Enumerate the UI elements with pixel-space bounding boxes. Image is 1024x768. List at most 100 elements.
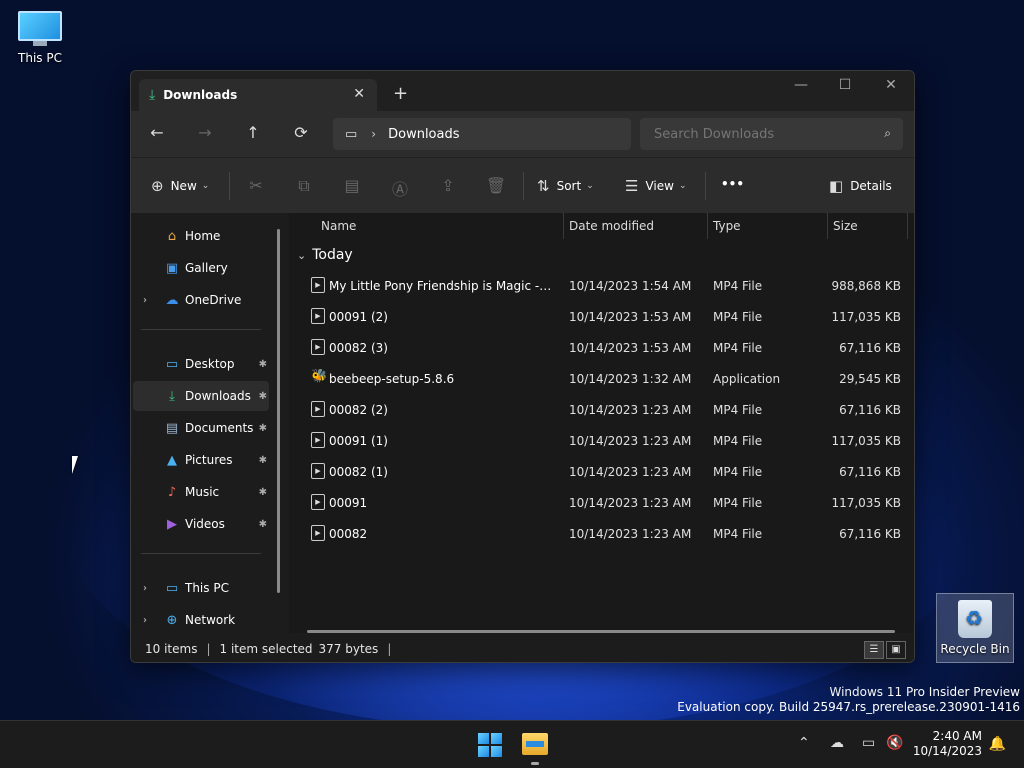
file-explorer-taskbar-icon[interactable] — [522, 733, 548, 755]
desktop-icon-recycle-bin[interactable]: Recycle Bin — [936, 593, 1014, 663]
file-name: 00091 (2) — [329, 310, 388, 324]
column-divider[interactable] — [563, 213, 564, 239]
file-row[interactable]: ▶ 00082 (2) 10/14/2023 1:23 AM MP4 File … — [297, 395, 907, 425]
share-icon[interactable]: ⇪ — [437, 176, 459, 195]
file-row[interactable]: ▶ 00091 (2) 10/14/2023 1:53 AM MP4 File … — [297, 302, 907, 332]
sidebar-item-videos[interactable]: ▶ Videos ✱ — [133, 509, 269, 539]
file-row[interactable]: 🐝 beebeep-setup-5.8.6 10/14/2023 1:32 AM… — [297, 364, 907, 394]
notification-bell-icon[interactable]: 🔔 — [989, 736, 1006, 752]
windows-logo-tile — [478, 746, 489, 757]
command-bar: ⊕ New ⌄ ✂ ⧉ ▤ Ⓐ ⇪ 🗑 ⇅ Sort ⌄ ☰ View ⌄ ••… — [131, 157, 914, 213]
file-type: MP4 File — [713, 496, 763, 510]
video-file-icon: ▶ — [311, 463, 325, 479]
file-date: 10/14/2023 1:53 AM — [569, 341, 692, 355]
breadcrumb-downloads[interactable]: Downloads — [388, 127, 459, 142]
sidebar-item-this-pc[interactable]: › ▭ This PC — [133, 573, 269, 603]
file-type: MP4 File — [713, 279, 763, 293]
file-size: 117,035 KB — [831, 310, 901, 324]
sidebar-item-documents[interactable]: ▤ Documents ✱ — [133, 413, 269, 443]
search-box[interactable]: ⌕ — [640, 118, 903, 150]
volume-muted-icon[interactable]: 🔇 — [886, 735, 903, 751]
start-button[interactable] — [478, 733, 502, 757]
file-name: 00082 — [329, 527, 368, 541]
file-row[interactable]: ▶ 00091 (1) 10/14/2023 1:23 AM MP4 File … — [297, 426, 907, 456]
more-options-button[interactable]: ••• — [721, 177, 744, 191]
windows-logo-tile — [478, 733, 489, 744]
videos-icon: ▶ — [167, 516, 177, 532]
chevron-right-icon[interactable]: › — [143, 615, 147, 626]
navigation-pane: ⌂ Home ▣ Gallery › ☁ OneDrive ▭ Desktop … — [131, 213, 289, 633]
file-row[interactable]: ▶ 00082 (3) 10/14/2023 1:53 AM MP4 File … — [297, 333, 907, 363]
sidebar-item-desktop[interactable]: ▭ Desktop ✱ — [133, 349, 269, 379]
file-size: 67,116 KB — [839, 527, 901, 541]
video-file-icon: ▶ — [311, 308, 325, 324]
file-row[interactable]: ▶ My Little Pony Friendship is Magic - S… — [297, 271, 907, 301]
video-file-icon: ▶ — [311, 277, 325, 293]
paste-icon[interactable]: ▤ — [341, 176, 363, 195]
minimize-button[interactable]: — — [781, 77, 821, 93]
refresh-button[interactable]: ⟳ — [289, 123, 313, 142]
video-file-icon: ▶ — [311, 432, 325, 448]
up-button[interactable]: ↑ — [241, 123, 265, 142]
network-icon[interactable]: ▭ — [862, 735, 875, 751]
close-window-button[interactable]: ✕ — [871, 77, 911, 93]
back-button[interactable]: ← — [145, 123, 169, 142]
column-divider[interactable] — [907, 213, 908, 239]
windows-logo-tile — [491, 733, 502, 744]
onedrive-icon[interactable]: ☁ — [830, 735, 844, 751]
monitor-icon: ▭ — [345, 126, 358, 142]
sidebar-item-gallery[interactable]: ▣ Gallery — [133, 253, 269, 283]
details-view-icon[interactable]: ☰ — [864, 641, 884, 659]
file-name: 00091 (1) — [329, 434, 388, 448]
pictures-icon: ▲ — [167, 452, 177, 468]
clock[interactable]: 2:40 AM 10/14/2023 — [913, 729, 982, 759]
file-name: My Little Pony Friendship is Magic - Sea… — [329, 279, 555, 293]
column-header-size[interactable]: Size — [833, 213, 858, 239]
search-input[interactable] — [654, 126, 864, 142]
delete-icon[interactable]: 🗑 — [485, 176, 507, 195]
sidebar-item-downloads[interactable]: ⤓ Downloads ✱ — [133, 381, 269, 411]
close-tab-button[interactable]: ✕ — [353, 86, 365, 102]
sidebar-item-label: Music — [185, 485, 220, 499]
sidebar-scrollbar[interactable] — [277, 229, 280, 593]
selection-count: 1 item selected — [219, 641, 313, 656]
new-tab-button[interactable]: + — [393, 83, 408, 104]
sort-button[interactable]: ⇅ Sort ⌄ — [537, 177, 594, 195]
details-pane-button[interactable]: ◧ Details — [829, 177, 892, 195]
file-date: 10/14/2023 1:23 AM — [569, 527, 692, 541]
copy-icon[interactable]: ⧉ — [293, 176, 315, 196]
sidebar-item-pictures[interactable]: ▲ Pictures ✱ — [133, 445, 269, 475]
forward-button[interactable]: → — [193, 123, 217, 142]
sidebar-item-label: Network — [185, 613, 236, 627]
file-row[interactable]: ▶ 00091 10/14/2023 1:23 AM MP4 File 117,… — [297, 488, 907, 518]
sidebar-item-music[interactable]: ♪ Music ✱ — [133, 477, 269, 507]
column-divider[interactable] — [827, 213, 828, 239]
tiles-view-icon[interactable]: ▣ — [886, 641, 906, 659]
file-row[interactable]: ▶ 00082 (1) 10/14/2023 1:23 AM MP4 File … — [297, 457, 907, 487]
chevron-up-icon[interactable]: ⌃ — [798, 735, 810, 751]
column-divider[interactable] — [707, 213, 708, 239]
sidebar-item-network[interactable]: › ⊕ Network — [133, 605, 269, 635]
sidebar-item-onedrive[interactable]: › ☁ OneDrive — [133, 285, 269, 315]
view-button[interactable]: ☰ View ⌄ — [625, 177, 686, 195]
file-type: MP4 File — [713, 434, 763, 448]
navigation-bar: ← → ↑ ⟳ ▭ › Downloads ⌕ — [131, 111, 914, 157]
file-size: 117,035 KB — [831, 434, 901, 448]
chevron-right-icon[interactable]: › — [143, 295, 147, 306]
file-row[interactable]: ▶ 00082 10/14/2023 1:23 AM MP4 File 67,1… — [297, 519, 907, 549]
rename-icon[interactable]: Ⓐ — [389, 176, 411, 200]
column-header-date-modified[interactable]: Date modified — [569, 213, 654, 239]
file-type: Application — [713, 372, 781, 386]
group-header-today[interactable]: ⌄ Today — [297, 247, 353, 263]
cut-icon[interactable]: ✂ — [245, 176, 267, 195]
column-header-name[interactable]: Name — [321, 213, 356, 239]
evaluation-watermark: Windows 11 Pro Insider Preview Evaluatio… — [677, 685, 1020, 715]
column-header-type[interactable]: Type — [713, 213, 741, 239]
maximize-button[interactable]: ☐ — [825, 77, 865, 93]
address-bar[interactable]: ▭ › Downloads — [333, 118, 631, 150]
chevron-right-icon[interactable]: › — [143, 583, 147, 594]
desktop-icon-this-pc[interactable]: This PC — [2, 8, 78, 65]
sidebar-item-home[interactable]: ⌂ Home — [133, 221, 269, 251]
new-button[interactable]: ⊕ New ⌄ — [151, 177, 209, 195]
tab-downloads[interactable]: ⤓ Downloads ✕ — [139, 79, 377, 111]
